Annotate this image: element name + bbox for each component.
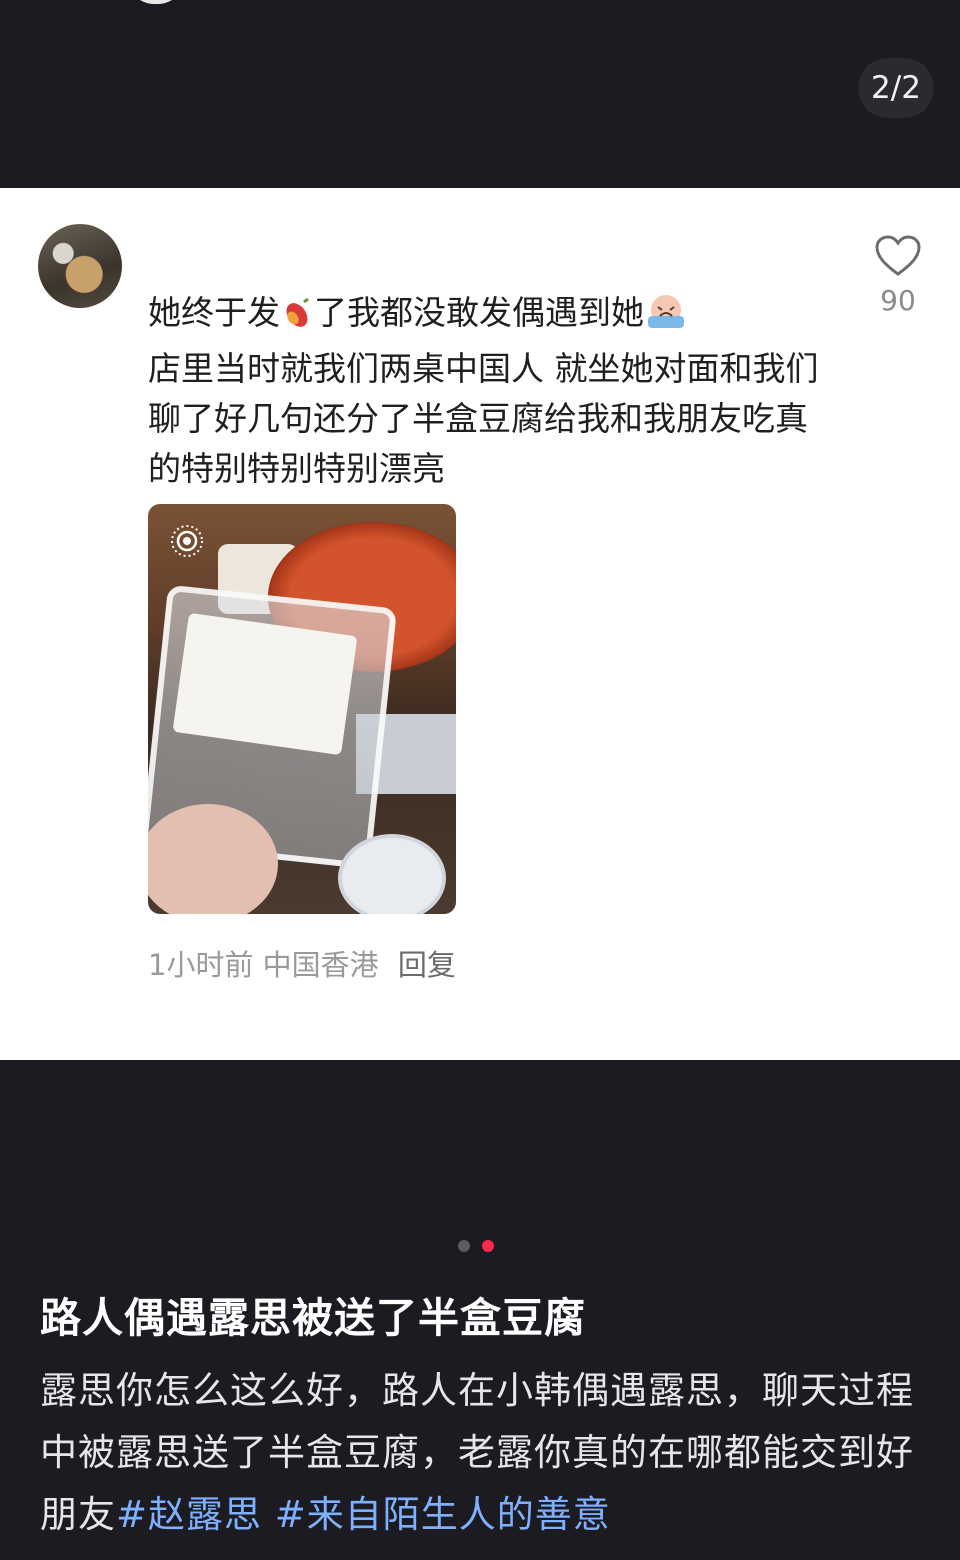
- photo-bowl: [338, 834, 446, 914]
- carousel-dot-1[interactable]: [458, 1240, 470, 1252]
- crying-face-icon: [644, 292, 688, 344]
- post-body: 露思你怎么这么好，路人在小韩偶遇露思，聊天过程中被露思送了半盒豆腐，老露你真的在…: [40, 1360, 930, 1546]
- hashtag-zhaolusi[interactable]: #赵露思: [116, 1493, 275, 1536]
- comment-text-part2: 了我都没敢发偶遇到她: [314, 293, 644, 332]
- like-count: 90: [880, 284, 916, 317]
- comment-meta: 1小时前 中国香港 回复: [148, 942, 456, 984]
- comment-time: 1小时前: [148, 948, 254, 982]
- carousel-dots: [458, 1240, 494, 1252]
- sweet-potato-icon: [280, 294, 314, 344]
- commenter-avatar[interactable]: [38, 224, 122, 308]
- page-indicator: 2/2: [858, 58, 934, 118]
- comment-location: 中国香港: [262, 948, 379, 982]
- author-avatar-partial[interactable]: [128, 0, 184, 4]
- reply-button[interactable]: 回复: [398, 948, 456, 982]
- like-button[interactable]: 90: [868, 234, 928, 317]
- photo-tofu: [172, 612, 358, 756]
- post-title: 路人偶遇露思被送了半盒豆腐: [40, 1294, 586, 1342]
- comment-text: 她终于发 了我都没敢发偶遇到她 店里当时就我们两桌中国人 就坐她对面和我们聊了好几…: [148, 288, 828, 494]
- live-photo-icon[interactable]: [170, 524, 204, 558]
- comment-photo[interactable]: [148, 504, 456, 914]
- comment-text-part1: 她终于发: [148, 293, 280, 332]
- heart-icon[interactable]: [874, 235, 922, 282]
- comment-text-rest: 店里当时就我们两桌中国人 就坐她对面和我们聊了好几句还分了半盒豆腐给我和我朋友吃…: [148, 349, 819, 488]
- comment-screenshot-card: 她终于发 了我都没敢发偶遇到她 店里当时就我们两桌中国人 就坐她对面和我们聊了好几…: [0, 188, 960, 1060]
- image-viewer-top: 2/2: [0, 0, 960, 188]
- carousel-dot-2[interactable]: [482, 1240, 494, 1252]
- hashtag-stranger-kindness[interactable]: #来自陌生人的善意: [275, 1493, 611, 1536]
